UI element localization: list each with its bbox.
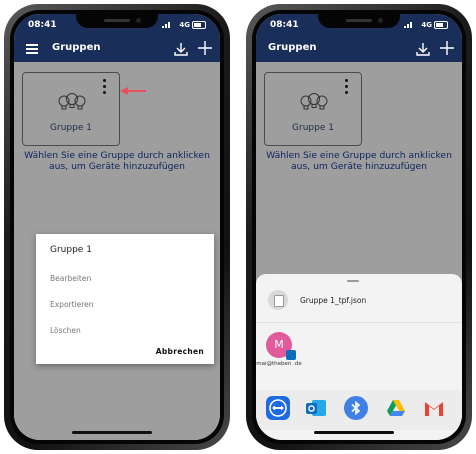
cancel-button[interactable]: Abbrechen [156, 347, 204, 356]
screen-left: 08:41 4G Gruppen Gruppe 1 Wählen Sie ein… [14, 14, 220, 440]
drag-handle[interactable] [347, 280, 359, 282]
download-icon[interactable] [414, 40, 432, 58]
bluetooth-icon[interactable] [344, 396, 368, 420]
group-options-dialog: Gruppe 1 Bearbeiten Exportieren Löschen … [36, 234, 214, 364]
signal-icon [162, 22, 170, 28]
home-indicator[interactable] [72, 431, 152, 434]
status-time: 08:41 [28, 20, 57, 30]
more-options-icon[interactable] [103, 79, 107, 95]
battery-icon [434, 21, 448, 29]
download-icon[interactable] [172, 40, 190, 58]
gmail-icon[interactable] [422, 396, 446, 420]
menu-icon[interactable] [26, 44, 38, 54]
page-title: Gruppen [52, 42, 101, 53]
content-area: Gruppe 1 Wählen Sie eine Gruppe durch an… [14, 62, 220, 440]
instruction-text: Wählen Sie eine Gruppe durch anklicken a… [24, 150, 210, 172]
phone-bezel: 08:41 4G Gruppen Gruppe 1 Wählen Sie ein… [10, 10, 224, 444]
phone-frame-left: 08:41 4G Gruppen Gruppe 1 Wählen Sie ein… [4, 4, 230, 450]
divider [256, 322, 462, 323]
screen-right: 08:41 4G Gruppen Gruppe 1 Wählen Sie ein… [256, 14, 462, 440]
group-label: Gruppe 1 [292, 123, 334, 133]
group-label: Gruppe 1 [50, 123, 92, 133]
group-card[interactable]: Gruppe 1 [264, 72, 362, 146]
network-type: 4G [179, 21, 190, 29]
contact-name: mai@theben .de [256, 361, 302, 367]
add-icon[interactable] [438, 39, 456, 57]
shared-file-name: Gruppe 1_tpf.json [300, 296, 367, 305]
network-type: 4G [421, 21, 432, 29]
notch [76, 14, 158, 28]
phone-frame-right: 08:41 4G Gruppen Gruppe 1 Wählen Sie ein… [246, 4, 472, 450]
signal-icon [404, 22, 412, 28]
status-time: 08:41 [270, 20, 299, 30]
add-icon[interactable] [196, 39, 214, 57]
edit-option[interactable]: Bearbeiten [50, 274, 91, 283]
battery-icon [192, 21, 206, 29]
outlook-icon[interactable] [304, 396, 328, 420]
content-area: Gruppe 1 Wählen Sie eine Gruppe durch an… [256, 62, 462, 440]
app-bar: Gruppen [256, 36, 462, 62]
light-bulbs-icon [300, 93, 328, 110]
status-bar: 08:41 4G [256, 14, 462, 36]
phone-bezel: 08:41 4G Gruppen Gruppe 1 Wählen Sie ein… [252, 10, 466, 444]
export-option[interactable]: Exportieren [50, 300, 94, 309]
page-title: Gruppen [268, 42, 317, 53]
delete-option[interactable]: Löschen [50, 326, 81, 335]
home-indicator[interactable] [314, 431, 394, 434]
notch [318, 14, 400, 28]
teamviewer-icon[interactable] [266, 396, 290, 420]
group-card[interactable]: Gruppe 1 [22, 72, 120, 146]
google-drive-icon[interactable] [384, 396, 408, 420]
share-sheet: Gruppe 1_tpf.json M mai@theben .de [256, 274, 462, 440]
light-bulbs-icon [58, 93, 86, 110]
status-bar: 08:41 4G [14, 14, 220, 36]
red-arrow-annotation [120, 87, 146, 95]
app-bar: Gruppen [14, 36, 220, 62]
dialog-title: Gruppe 1 [50, 245, 92, 255]
file-icon [268, 290, 288, 310]
instruction-text: Wählen Sie eine Gruppe durch anklicken a… [266, 150, 452, 172]
more-options-icon[interactable] [345, 79, 349, 95]
outlook-badge-icon [286, 350, 296, 360]
share-apps-row [256, 390, 462, 430]
